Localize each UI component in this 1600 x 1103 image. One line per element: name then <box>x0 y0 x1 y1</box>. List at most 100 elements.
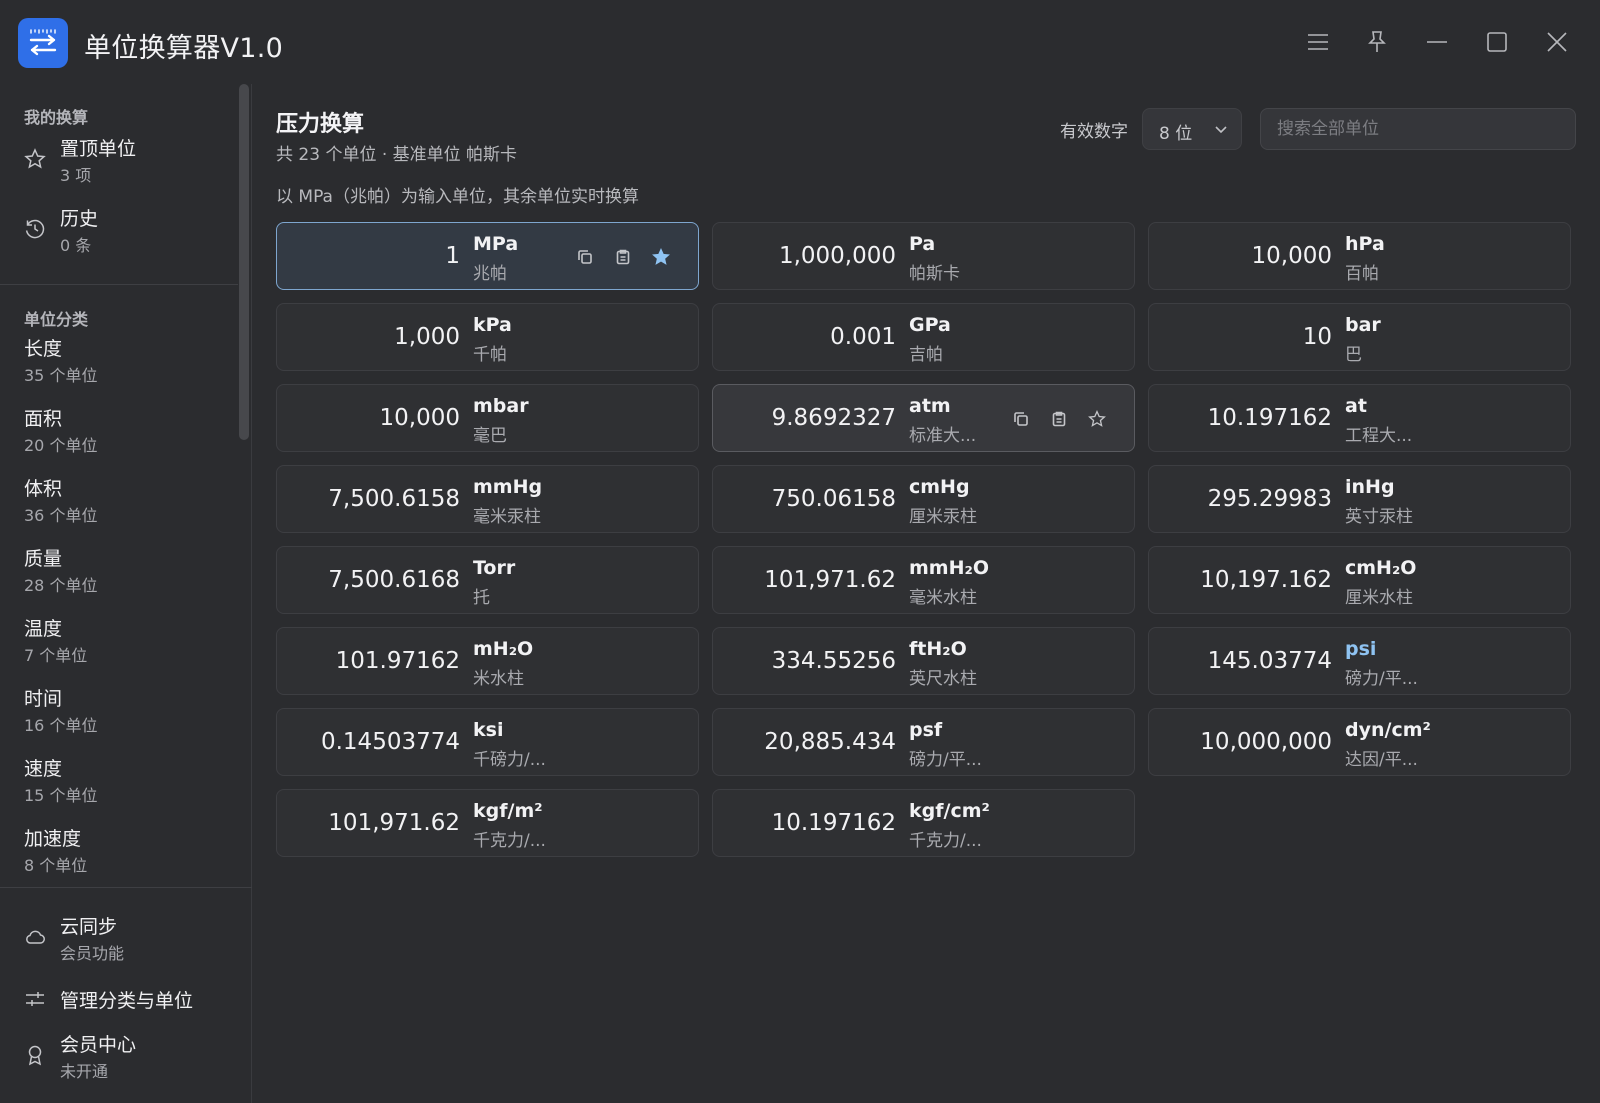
unit-card[interactable]: 101,971.62 kgf/m² 千克力/... <box>276 789 699 857</box>
sig-digits-value: 8 位 <box>1159 124 1193 144</box>
clipboard-icon[interactable] <box>1047 407 1071 431</box>
unit-value[interactable]: 10 <box>1303 324 1332 350</box>
sidebar-item-area[interactable]: 面积 20 个单位 <box>0 402 238 468</box>
unit-card[interactable]: 10,000 hPa 百帕 <box>1148 222 1571 290</box>
unit-value[interactable]: 20,885.434 <box>764 729 896 755</box>
unit-value[interactable]: 9.8692327 <box>772 405 896 431</box>
unit-card[interactable]: 10,197.162 cmH₂O 厘米水柱 <box>1148 546 1571 614</box>
sidebar-item-temperature[interactable]: 温度 7 个单位 <box>0 612 238 678</box>
copy-icon[interactable] <box>573 245 597 269</box>
close-icon[interactable] <box>1542 27 1572 57</box>
unit-card-actions <box>573 245 673 269</box>
unit-card[interactable]: 334.55256 ftH₂O 英尺水柱 <box>712 627 1135 695</box>
unit-symbol: at <box>1345 395 1367 417</box>
unit-value[interactable]: 1 <box>445 243 460 269</box>
maximize-icon[interactable] <box>1482 27 1512 57</box>
unit-symbol: Pa <box>909 233 936 255</box>
unit-card[interactable]: 750.06158 cmHg 厘米汞柱 <box>712 465 1135 533</box>
unit-value[interactable]: 101,971.62 <box>328 810 460 836</box>
chevron-down-icon <box>1213 121 1229 141</box>
page-subtitle: 共 23 个单位 · 基准单位 帕斯卡 <box>276 145 518 165</box>
unit-card[interactable]: 9.8692327 atm 标准大... <box>712 384 1135 452</box>
unit-card[interactable]: 7,500.6168 Torr 托 <box>276 546 699 614</box>
sidebar-item-member[interactable]: 会员中心 未开通 <box>0 1024 238 1090</box>
sidebar-item-volume[interactable]: 体积 36 个单位 <box>0 472 238 538</box>
unit-card[interactable]: 10,000,000 dyn/cm² 达因/平... <box>1148 708 1571 776</box>
sidebar-item-manage[interactable]: 管理分类与单位 <box>0 976 238 1022</box>
unit-card[interactable]: 1,000,000 Pa 帕斯卡 <box>712 222 1135 290</box>
copy-icon[interactable] <box>1009 407 1033 431</box>
minimize-icon[interactable] <box>1422 27 1452 57</box>
unit-card[interactable]: 101,971.62 mmH₂O 毫米水柱 <box>712 546 1135 614</box>
unit-value[interactable]: 10.197162 <box>772 810 896 836</box>
sidebar-item-cloud-sync[interactable]: 云同步 会员功能 <box>0 906 238 972</box>
unit-card[interactable]: 10.197162 kgf/cm² 千克力/... <box>712 789 1135 857</box>
unit-name: 托 <box>473 588 490 608</box>
unit-card[interactable]: 0.001 GPa 吉帕 <box>712 303 1135 371</box>
sig-digits-select[interactable]: 8 位 <box>1142 108 1242 150</box>
sidebar-item-time[interactable]: 时间 16 个单位 <box>0 682 238 748</box>
unit-name: 毫巴 <box>473 426 507 446</box>
sidebar-item-acceleration[interactable]: 加速度 8 个单位 <box>0 822 238 887</box>
unit-symbol: psf <box>909 719 943 741</box>
unit-symbol: kPa <box>473 314 512 336</box>
unit-value[interactable]: 295.29983 <box>1208 486 1332 512</box>
sidebar-scrollbar[interactable] <box>239 84 249 440</box>
sidebar-item-sub: 未开通 <box>60 1062 109 1081</box>
sidebar-item-sub: 16 个单位 <box>24 716 98 735</box>
sidebar-item-label: 速度 <box>24 758 63 780</box>
sidebar-item-pinned[interactable]: 置顶单位 3 项 <box>0 128 238 194</box>
unit-value[interactable]: 145.03774 <box>1208 648 1332 674</box>
unit-value[interactable]: 10.197162 <box>1208 405 1332 431</box>
unit-card[interactable]: 10.197162 at 工程大... <box>1148 384 1571 452</box>
unit-name: 巴 <box>1345 345 1362 365</box>
menu-icon[interactable] <box>1303 27 1333 57</box>
unit-symbol: cmHg <box>909 476 970 498</box>
unit-value[interactable]: 0.14503774 <box>321 729 460 755</box>
unit-card[interactable]: 0.14503774 ksi 千磅力/... <box>276 708 699 776</box>
unit-value[interactable]: 101.97162 <box>336 648 460 674</box>
unit-value[interactable]: 1,000,000 <box>779 243 896 269</box>
sig-digits-label: 有效数字 <box>1060 122 1128 142</box>
unit-value[interactable]: 1,000 <box>394 324 460 350</box>
sidebar-item-length[interactable]: 长度 35 个单位 <box>0 332 238 398</box>
unit-name: 工程大... <box>1345 426 1413 446</box>
unit-value[interactable]: 334.55256 <box>772 648 896 674</box>
unit-symbol: kgf/m² <box>473 800 543 822</box>
unit-value[interactable]: 7,500.6168 <box>328 567 460 593</box>
unit-card[interactable]: 10,000 mbar 毫巴 <box>276 384 699 452</box>
unit-card[interactable]: 145.03774 psi 磅力/平... <box>1148 627 1571 695</box>
unit-card[interactable]: 7,500.6158 mmHg 毫米汞柱 <box>276 465 699 533</box>
unit-symbol: mmH₂O <box>909 557 989 579</box>
unit-value[interactable]: 0.001 <box>830 324 896 350</box>
unit-symbol: kgf/cm² <box>909 800 990 822</box>
section-my-conversions: 我的换算 <box>24 108 89 127</box>
unit-card[interactable]: 20,885.434 psf 磅力/平... <box>712 708 1135 776</box>
unit-card[interactable]: 295.29983 inHg 英寸汞柱 <box>1148 465 1571 533</box>
unit-card[interactable]: 10 bar 巴 <box>1148 303 1571 371</box>
page-title: 压力换算 <box>276 112 365 137</box>
unit-value[interactable]: 101,971.62 <box>764 567 896 593</box>
sidebar-item-mass[interactable]: 质量 28 个单位 <box>0 542 238 608</box>
clipboard-icon[interactable] <box>611 245 635 269</box>
unit-value[interactable]: 7,500.6158 <box>328 486 460 512</box>
unit-value[interactable]: 10,000 <box>380 405 460 431</box>
unit-card[interactable]: 101.97162 mH₂O 米水柱 <box>276 627 699 695</box>
search-input[interactable] <box>1260 108 1576 150</box>
star-icon[interactable] <box>1085 407 1109 431</box>
star-icon[interactable] <box>649 245 673 269</box>
sidebar-scroll-area[interactable]: 我的换算 置顶单位 3 项 历史 0 条 单位分类 长度 35 个单位 面积 2… <box>0 84 252 887</box>
sidebar-item-history[interactable]: 历史 0 条 <box>0 198 238 264</box>
pin-icon[interactable] <box>1362 27 1392 57</box>
unit-card[interactable]: 1,000 kPa 千帕 <box>276 303 699 371</box>
unit-name: 厘米水柱 <box>1345 588 1413 608</box>
unit-card[interactable]: 1 MPa 兆帕 <box>276 222 699 290</box>
unit-symbol: psi <box>1345 638 1377 660</box>
sidebar-item-speed[interactable]: 速度 15 个单位 <box>0 752 238 818</box>
app-window: 单位换算器V1.0 我的换算 置顶单位 3 项 历史 0 条 单位分类 长度 3… <box>0 0 1600 1103</box>
unit-value[interactable]: 10,000 <box>1252 243 1332 269</box>
unit-value[interactable]: 10,197.162 <box>1200 567 1332 593</box>
unit-value[interactable]: 750.06158 <box>772 486 896 512</box>
unit-name: 磅力/平... <box>1345 669 1418 689</box>
unit-value[interactable]: 10,000,000 <box>1200 729 1332 755</box>
